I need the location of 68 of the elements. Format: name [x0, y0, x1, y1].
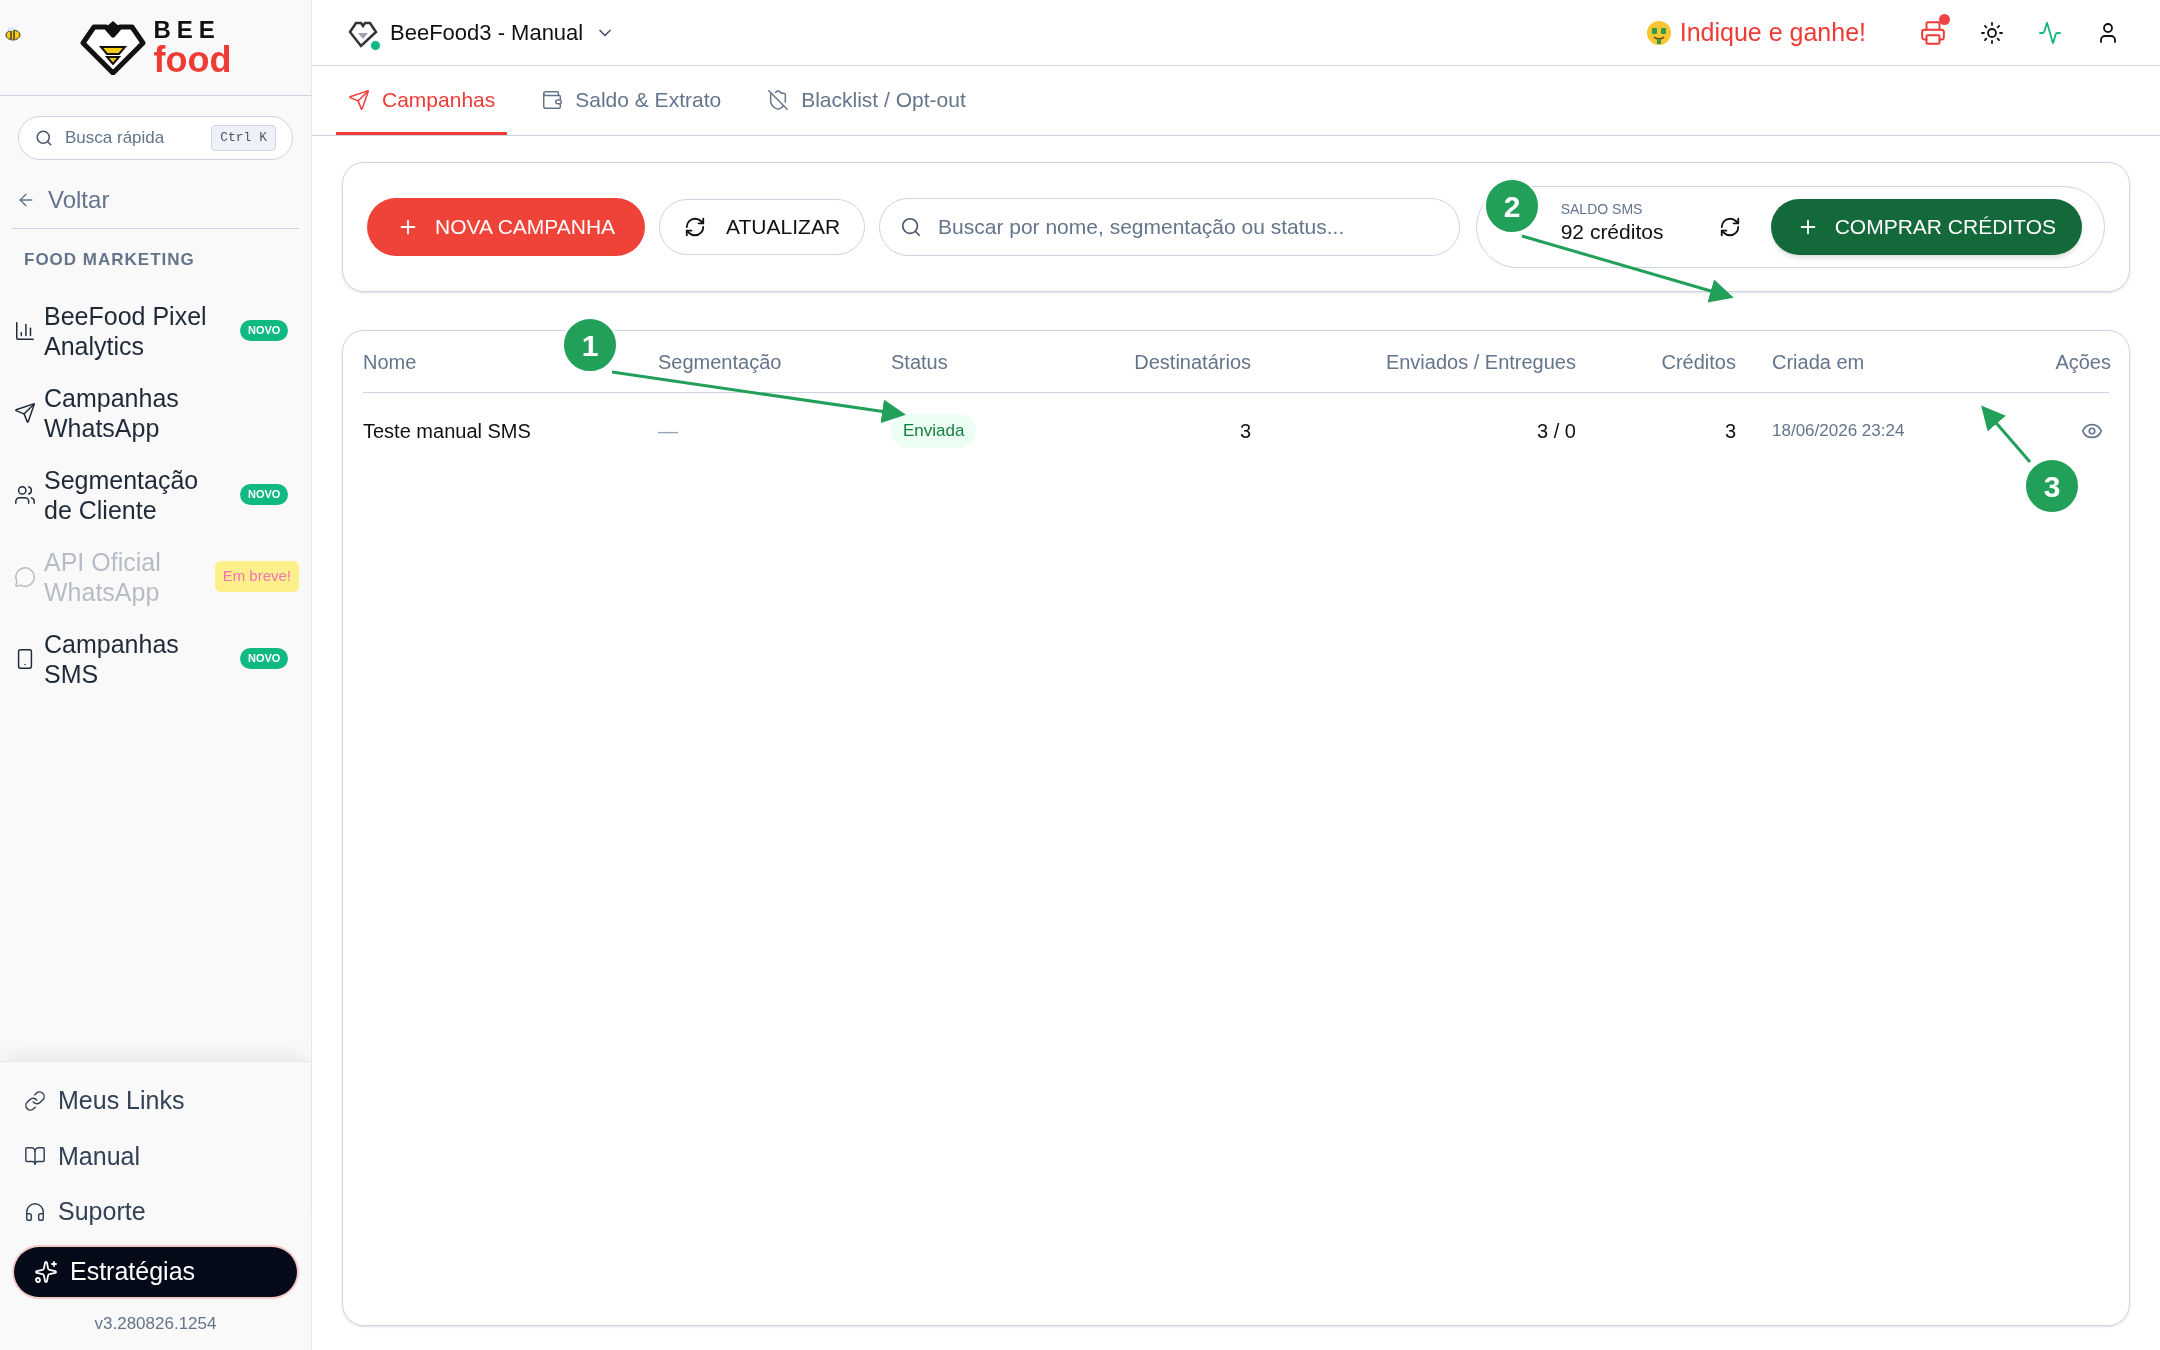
sidebar-item[interactable]: BeeFood Pixel Analytics NOVO: [14, 300, 299, 361]
table-cell-text: Teste manual SMS: [363, 419, 532, 444]
status-badge: Enviada: [891, 414, 977, 448]
search-input[interactable]: Buscar por nome, segmentação ou status...: [938, 211, 1439, 243]
sidebar-item[interactable]: Segmentação de Cliente NOVO: [14, 464, 299, 525]
activity-icon[interactable]: [2038, 20, 2062, 45]
chat-bubble-icon: [14, 565, 36, 588]
back-link[interactable]: Voltar: [16, 182, 110, 218]
refresh-icon[interactable]: [1718, 216, 1741, 238]
tab[interactable]: Saldo & Extrato: [529, 67, 734, 135]
column-header: Ações: [2055, 349, 2111, 375]
search-icon: [35, 129, 53, 147]
send-icon: [348, 88, 370, 111]
quick-search-field[interactable]: Busca rápida Ctrl K: [18, 116, 293, 160]
shortcut-key: Ctrl K: [211, 125, 276, 151]
table-cell-text: 18/06/2026 23:24: [1771, 420, 1906, 443]
column-header: Enviados / Entregues: [1385, 349, 1576, 375]
column-header: Créditos: [1661, 349, 1736, 375]
sparkles-icon: [34, 1259, 58, 1284]
buy-credits-button[interactable]: COMPRAR CRÉDITOS: [1770, 199, 2082, 255]
store-name: BeeFood3 - Manual: [390, 19, 584, 47]
logo-wordmark-bottom: food: [153, 41, 232, 78]
send-icon: [14, 401, 36, 424]
wallet-icon: [541, 88, 564, 111]
shield-off-icon: [767, 88, 790, 111]
badge: NOVO: [240, 320, 289, 341]
users-icon: [14, 483, 36, 506]
logo-icon: [79, 20, 146, 75]
refresh-button[interactable]: ATUALIZAR: [659, 199, 866, 255]
balance-value: 92 créditos: [1560, 218, 1665, 245]
logo-wordmark-top: BEE: [153, 17, 222, 42]
table-cell-text: 3 / 0: [1537, 419, 1576, 444]
new-campaign-button[interactable]: NOVA CAMPANHA: [367, 198, 646, 256]
referral-link[interactable]: Indique e ganhe!: [1645, 13, 1866, 52]
sidebar-link[interactable]: Suporte: [24, 1193, 287, 1231]
sidebar-link[interactable]: Manual: [24, 1137, 287, 1175]
money-face-icon: [1645, 19, 1672, 46]
theme-sun-icon[interactable]: [1980, 20, 2004, 45]
annotation-arrow: [1981, 405, 2032, 463]
badge: NOVO: [240, 648, 289, 669]
section-heading: FOOD MARKETING: [23, 249, 196, 271]
refresh-icon: [684, 216, 707, 238]
version-text: v3.280826.1254: [93, 1312, 218, 1335]
tab[interactable]: Blacklist / Opt-out: [755, 67, 978, 135]
book-icon: [24, 1145, 46, 1168]
column-header: Criada em: [1771, 349, 1866, 375]
logo[interactable]: BEE food: [79, 17, 232, 78]
bee-icon: [4, 26, 22, 42]
search-placeholder: Busca rápida: [65, 127, 166, 150]
badge: Em breve!: [214, 561, 299, 592]
strategies-button[interactable]: Estratégias: [14, 1246, 297, 1297]
column-header: Destinatários: [1134, 349, 1251, 375]
table-cell-text: 3: [1724, 419, 1736, 444]
printer-icon[interactable]: [1920, 19, 1946, 46]
store-selector[interactable]: BeeFood3 - Manual: [348, 16, 616, 49]
column-header: Segmentação: [658, 349, 783, 375]
table-cell-text: —: [658, 419, 679, 444]
bar-chart-icon: [14, 319, 36, 342]
table-cell-text: 3: [1239, 419, 1251, 444]
link-icon: [24, 1089, 46, 1112]
search-icon: [900, 216, 923, 238]
badge: NOVO: [240, 484, 289, 505]
sidebar-link[interactable]: Meus Links: [24, 1082, 287, 1120]
column-header: Status: [891, 349, 949, 375]
sidebar-item[interactable]: Campanhas WhatsApp: [14, 382, 299, 443]
balance-label: SALDO SMS: [1560, 201, 1644, 219]
headphones-icon: [24, 1200, 46, 1223]
sidebar-item[interactable]: Campanhas SMS NOVO: [14, 628, 299, 689]
